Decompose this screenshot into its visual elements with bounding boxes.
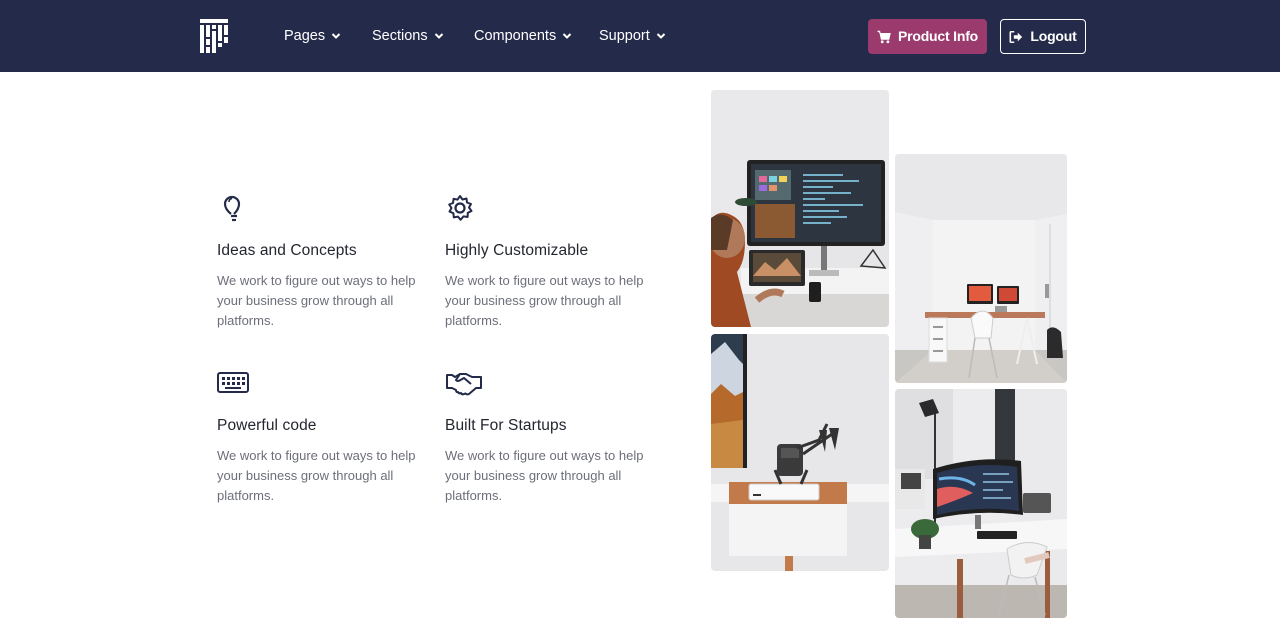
chevron-down-icon: [331, 33, 341, 39]
workspace-photo-monitor: [711, 90, 889, 327]
feature-customizable: Highly Customizable We work to figure ou…: [445, 193, 655, 328]
feature-description: We work to figure out ways to help your …: [217, 448, 416, 503]
chevron-down-icon: [563, 33, 572, 39]
logout-button[interactable]: Logout: [1000, 19, 1086, 54]
feature-code: Powerful code We work to figure out ways…: [217, 368, 427, 503]
shopping-cart-icon: [877, 30, 891, 43]
workspace-photo-monitor-image: [711, 90, 889, 327]
workspace-photo-drone-image: [711, 334, 889, 571]
workspace-photo-office-image: [895, 389, 1067, 618]
nav-item-support[interactable]: Support: [599, 26, 666, 46]
feature-title: Ideas and Concepts: [217, 242, 357, 259]
handshake-icon: [446, 373, 482, 396]
workspace-photo-desk-image: [895, 154, 1067, 383]
feature-description: We work to figure out ways to help your …: [217, 273, 416, 328]
workspace-photo-drone: [711, 334, 889, 571]
feature-description: We work to figure out ways to help your …: [445, 273, 644, 328]
feature-title: Highly Customizable: [445, 242, 589, 259]
nav-item-sections[interactable]: Sections: [372, 26, 444, 46]
chevron-down-icon: [656, 33, 666, 39]
feature-title: Built For Startups: [445, 417, 567, 434]
gear-icon: [448, 195, 473, 221]
feature-description: We work to figure out ways to help your …: [445, 448, 644, 503]
product-info-label: Product Info: [897, 28, 979, 44]
nav-item-components[interactable]: Components: [474, 26, 572, 46]
feature-startups: Built For Startups We work to figure out…: [445, 368, 655, 503]
sign-out-icon: [1009, 30, 1023, 43]
brand-logo-icon[interactable]: [200, 19, 228, 53]
nav-item-label: Sections: [372, 28, 428, 44]
navbar: Pages Sections Components Support Produc…: [0, 0, 1280, 72]
feature-ideas: Ideas and Concepts We work to figure out…: [217, 193, 427, 328]
workspace-photo-office: [895, 389, 1067, 618]
nav-item-label: Components: [474, 28, 557, 44]
product-info-button[interactable]: Product Info: [868, 19, 987, 54]
nav-item-label: Support: [599, 28, 650, 44]
chevron-down-icon: [434, 33, 443, 39]
nav-item-label: Pages: [284, 28, 326, 44]
logout-label: Logout: [1030, 28, 1077, 44]
nav-item-pages[interactable]: Pages: [284, 26, 341, 46]
keyboard-icon: [217, 372, 249, 393]
feature-title: Powerful code: [217, 417, 317, 434]
workspace-photo-desk: [895, 154, 1067, 383]
lightbulb-icon: [223, 195, 241, 222]
